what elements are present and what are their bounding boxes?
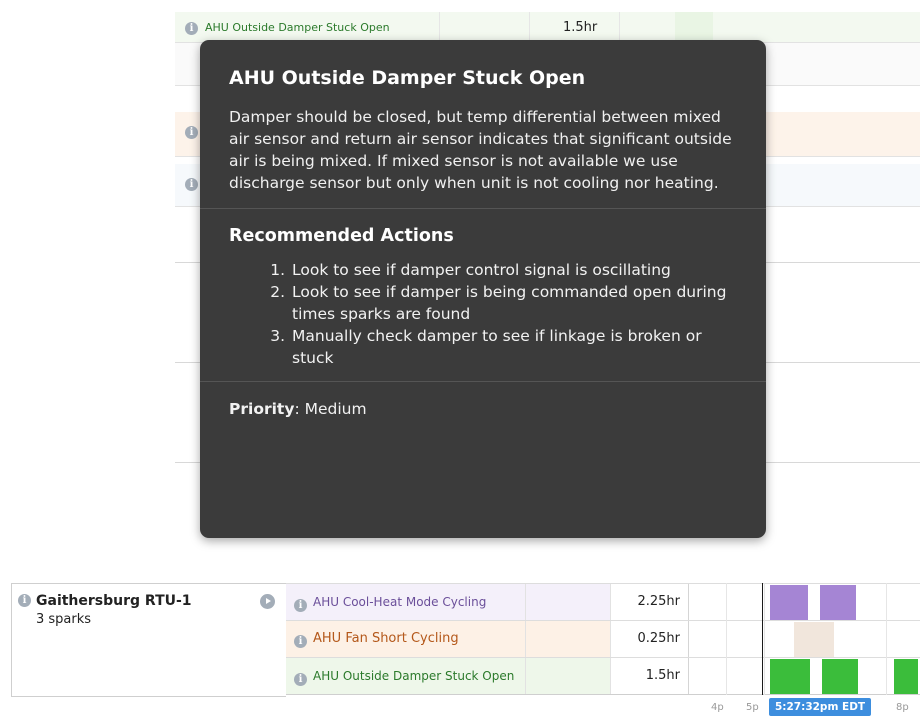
spark-tooltip: AHU Outside Damper Stuck Open Damper sho… [200,40,766,538]
spark-row[interactable]: i AHU Fan Short Cycling 0.25hr [286,620,920,657]
spark-duration: 0.25hr [611,621,689,657]
recommended-actions-heading: Recommended Actions [229,226,454,246]
timeline-block [894,659,918,694]
timeline-block [822,659,858,694]
spark-duration: 1.5hr [611,658,689,694]
tooltip-divider [200,381,766,382]
tooltip-divider [200,208,766,209]
action-item: Manually check damper to see if linkage … [290,325,738,369]
timeline-block [794,622,834,657]
time-tick: 5p [746,702,759,713]
background-row[interactable]: i AHU Outside Damper Stuck Open 1.5hr [175,12,920,43]
info-icon[interactable]: i [185,126,198,139]
timeline-block [770,585,808,620]
timeline-gridline [886,583,887,695]
spark-table: i Gaithersburg RTU-1 3 sparks i AHU Cool-… [11,583,920,697]
time-tick: 4p [711,702,724,713]
timeline-block [675,12,713,42]
recommended-actions-list: Look to see if damper control signal is … [229,259,738,369]
spark-name-cell[interactable]: i AHU Outside Damper Stuck Open [286,658,526,694]
asset-cell: i Gaithersburg RTU-1 3 sparks [11,583,286,697]
time-tick: 8p [896,702,909,713]
spark-gap-cell [526,621,611,657]
timeline-gridline [764,583,765,695]
background-row-label: AHU Outside Damper Stuck Open [205,21,390,34]
timeline-gridline [726,583,727,695]
info-icon[interactable]: i [18,594,31,607]
column-divider [529,12,530,42]
tooltip-description: Damper should be closed, but temp differ… [229,108,732,192]
spark-name-cell[interactable]: i AHU Fan Short Cycling [286,621,526,657]
spark-row[interactable]: i AHU Cool-Heat Mode Cycling 2.25hr [286,583,920,620]
info-icon[interactable]: i [185,22,198,35]
info-icon[interactable]: i [294,673,307,686]
timeline-block [820,585,856,620]
background-row-duration: 1.5hr [563,20,598,35]
asset-name[interactable]: Gaithersburg RTU-1 [36,593,192,609]
spark-count: 3 sparks [36,612,92,627]
info-icon[interactable]: i [185,178,198,191]
action-item: Look to see if damper is being commanded… [290,281,738,325]
spark-gap-cell [526,584,611,620]
current-time-badge: 5:27:32pm EDT [769,698,872,716]
spark-row[interactable]: i AHU Outside Damper Stuck Open 1.5hr [286,657,920,695]
spark-gap-cell [526,658,611,694]
spark-name: AHU Cool-Heat Mode Cycling [313,595,487,609]
column-divider [439,12,440,42]
spark-name-cell[interactable]: i AHU Cool-Heat Mode Cycling [286,584,526,620]
tooltip-title: AHU Outside Damper Stuck Open [229,67,586,89]
spark-name: AHU Fan Short Cycling [313,631,459,646]
spark-name: AHU Outside Damper Stuck Open [313,669,515,683]
spark-duration: 2.25hr [611,584,689,620]
priority: Priority: Medium [229,400,738,418]
play-icon[interactable] [260,594,275,609]
current-time-line [762,583,763,695]
info-icon[interactable]: i [294,635,307,648]
timeline-block [770,659,810,694]
priority-value: : Medium [294,400,367,418]
priority-label: Priority [229,400,295,418]
action-item: Look to see if damper control signal is … [290,259,738,281]
info-icon[interactable]: i [294,599,307,612]
column-divider [619,12,620,42]
